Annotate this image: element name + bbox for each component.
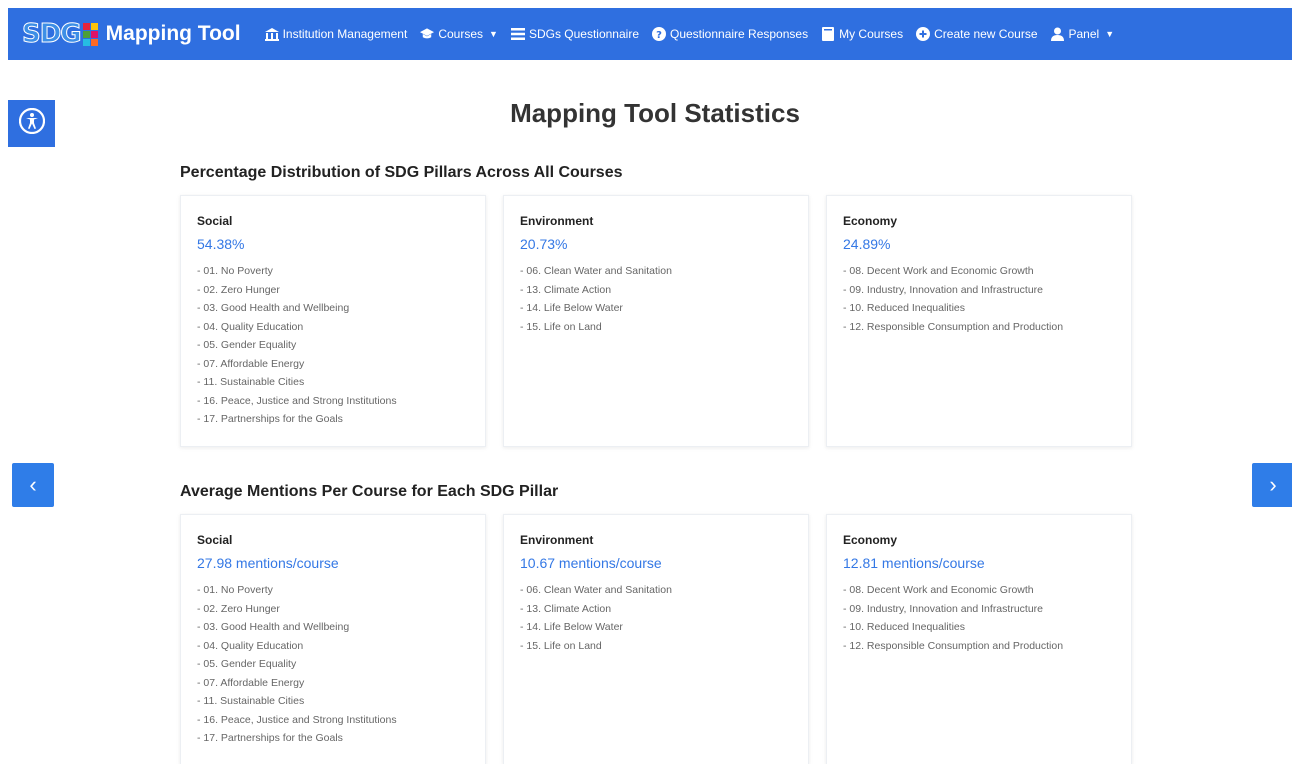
nav-institution-management[interactable]: Institution Management: [264, 27, 408, 41]
goal-item: - 15. Life on Land: [520, 320, 602, 333]
goal-item: - 13. Climate Action: [520, 602, 612, 615]
nav-questionnaire-responses[interactable]: ? Questionnaire Responses: [652, 27, 808, 41]
institution-icon: [264, 27, 279, 41]
goal-item: - 10. Reduced Inequalities: [843, 621, 965, 633]
pillar-card-environment: Environment 20.73% - 06. Clean Water and…: [503, 195, 809, 447]
goal-item: - 08. Decent Work and Economic Growth: [843, 265, 1034, 277]
logo-cubes-icon: [82, 22, 98, 46]
section-title-percentage: Percentage Distribution of SDG Pillars A…: [180, 164, 623, 181]
nav-menu: Institution Management Courses ▼ SDGs Qu…: [264, 27, 1115, 41]
pillar-card-environment: Environment 10.67 mentions/course - 06. …: [503, 514, 809, 764]
nav-panel-dropdown[interactable]: Panel ▼: [1051, 27, 1115, 41]
goal-item: - 07. Affordable Energy: [197, 676, 305, 689]
logo-text: SDG: [22, 19, 83, 50]
svg-text:?: ?: [656, 30, 662, 41]
goal-list: - 06. Clean Water and Sanitation - 13. C…: [520, 581, 792, 655]
goal-item: - 07. Affordable Energy: [197, 357, 305, 370]
nav-label: Create new Course: [934, 27, 1038, 41]
pillar-title: Social: [197, 533, 233, 547]
goal-list: - 06. Clean Water and Sanitation - 13. C…: [520, 262, 792, 336]
section-title-average-mentions: Average Mentions Per Course for Each SDG…: [180, 483, 559, 500]
goal-item: - 16. Peace, Justice and Strong Institut…: [197, 394, 397, 407]
chevron-left-icon: ‹: [29, 472, 37, 497]
goal-item: - 17. Partnerships for the Goals: [197, 413, 343, 425]
goal-list: - 08. Decent Work and Economic Growth - …: [843, 262, 1115, 336]
goal-item: - 16. Peace, Justice and Strong Institut…: [197, 713, 397, 726]
nav-sdgs-questionnaire[interactable]: SDGs Questionnaire: [510, 27, 639, 41]
pillar-value: 54.38%: [197, 236, 245, 252]
nav-label: My Courses: [839, 27, 904, 41]
user-icon: [1051, 27, 1065, 41]
goal-item: - 10. Reduced Inequalities: [843, 302, 965, 314]
goal-item: - 01. No Poverty: [197, 584, 273, 596]
pillar-title: Environment: [520, 214, 594, 228]
pillar-value: 24.89%: [843, 236, 891, 252]
nav-label: Panel: [1068, 27, 1100, 41]
pillar-card-social: Social 27.98 mentions/course - 01. No Po…: [180, 514, 486, 764]
goal-list: - 08. Decent Work and Economic Growth - …: [843, 581, 1115, 655]
goal-item: - 13. Climate Action: [520, 283, 612, 296]
goal-item: - 15. Life on Land: [520, 639, 602, 652]
graduation-cap-icon: [420, 27, 435, 41]
goal-item: - 14. Life Below Water: [520, 621, 623, 633]
goal-item: - 06. Clean Water and Sanitation: [520, 584, 672, 596]
goal-item: - 12. Responsible Consumption and Produc…: [843, 639, 1064, 652]
nav-label: Courses: [438, 27, 484, 41]
carousel-prev-button[interactable]: ‹: [12, 463, 54, 507]
goal-item: - 11. Sustainable Cities: [197, 376, 305, 388]
goal-item: - 05. Gender Equality: [197, 339, 297, 351]
goal-item: - 04. Quality Education: [197, 639, 304, 652]
goal-item: - 14. Life Below Water: [520, 302, 623, 314]
page-title: Mapping Tool Statistics: [510, 98, 800, 128]
goal-item: - 08. Decent Work and Economic Growth: [843, 584, 1034, 596]
goal-item: - 03. Good Health and Wellbeing: [197, 302, 350, 314]
goal-item: - 11. Sustainable Cities: [197, 695, 305, 707]
pillar-title: Social: [197, 214, 233, 228]
brand-title: Mapping Tool: [105, 22, 241, 45]
nav-label: Questionnaire Responses: [670, 27, 809, 41]
carousel-next-button[interactable]: ›: [1252, 463, 1292, 507]
list-icon: [510, 27, 525, 41]
goal-item: - 06. Clean Water and Sanitation: [520, 265, 672, 277]
pillar-card-economy: Economy 12.81 mentions/course - 08. Dece…: [826, 514, 1132, 764]
pillar-card-social: Social 54.38% - 01. No Poverty - 02. Zer…: [180, 195, 486, 447]
chevron-right-icon: ›: [1269, 472, 1277, 497]
goal-item: - 04. Quality Education: [197, 320, 304, 333]
goal-item: - 09. Industry, Innovation and Infrastru…: [843, 602, 1043, 615]
pillar-card-economy: Economy 24.89% - 08. Decent Work and Eco…: [826, 195, 1132, 447]
nav-label: SDGs Questionnaire: [528, 27, 639, 41]
caret-down-icon: ▼: [1105, 29, 1115, 39]
goal-item: - 02. Zero Hunger: [197, 283, 280, 296]
brand[interactable]: SDG Mapping Tool: [22, 16, 241, 52]
top-navbar: SDG Mapping Tool Institution Management …: [8, 8, 1292, 60]
plus-circle-icon: [916, 27, 931, 41]
sdg-logo: SDG: [22, 16, 98, 52]
pillar-title: Economy: [843, 214, 898, 228]
nav-label: Institution Management: [282, 27, 408, 41]
goal-item: - 12. Responsible Consumption and Produc…: [843, 320, 1064, 333]
pillar-title: Economy: [843, 533, 898, 547]
goal-list: - 01. No Poverty - 02. Zero Hunger - 03.…: [197, 581, 469, 748]
pillar-title: Environment: [520, 533, 594, 547]
goal-item: - 09. Industry, Innovation and Infrastru…: [843, 283, 1043, 296]
goal-list: - 01. No Poverty - 02. Zero Hunger - 03.…: [197, 262, 469, 429]
nav-courses-dropdown[interactable]: Courses ▼: [420, 27, 498, 41]
nav-create-new-course[interactable]: Create new Course: [916, 27, 1038, 41]
pillar-value: 10.67 mentions/course: [520, 555, 662, 571]
pillar-value: 27.98 mentions/course: [197, 555, 339, 571]
goal-item: - 17. Partnerships for the Goals: [197, 732, 343, 744]
goal-item: - 01. No Poverty: [197, 265, 273, 277]
pillar-value: 20.73%: [520, 236, 568, 252]
nav-my-courses[interactable]: My Courses: [821, 27, 903, 41]
question-circle-icon: ?: [652, 27, 666, 41]
goal-item: - 05. Gender Equality: [197, 658, 297, 670]
pillar-value: 12.81 mentions/course: [843, 555, 985, 571]
average-mentions-cards: Social 27.98 mentions/course - 01. No Po…: [180, 514, 1132, 764]
book-icon: [821, 27, 835, 41]
caret-down-icon: ▼: [489, 29, 498, 39]
goal-item: - 02. Zero Hunger: [197, 602, 280, 615]
goal-item: - 03. Good Health and Wellbeing: [197, 621, 350, 633]
percentage-cards: Social 54.38% - 01. No Poverty - 02. Zer…: [180, 195, 1132, 447]
